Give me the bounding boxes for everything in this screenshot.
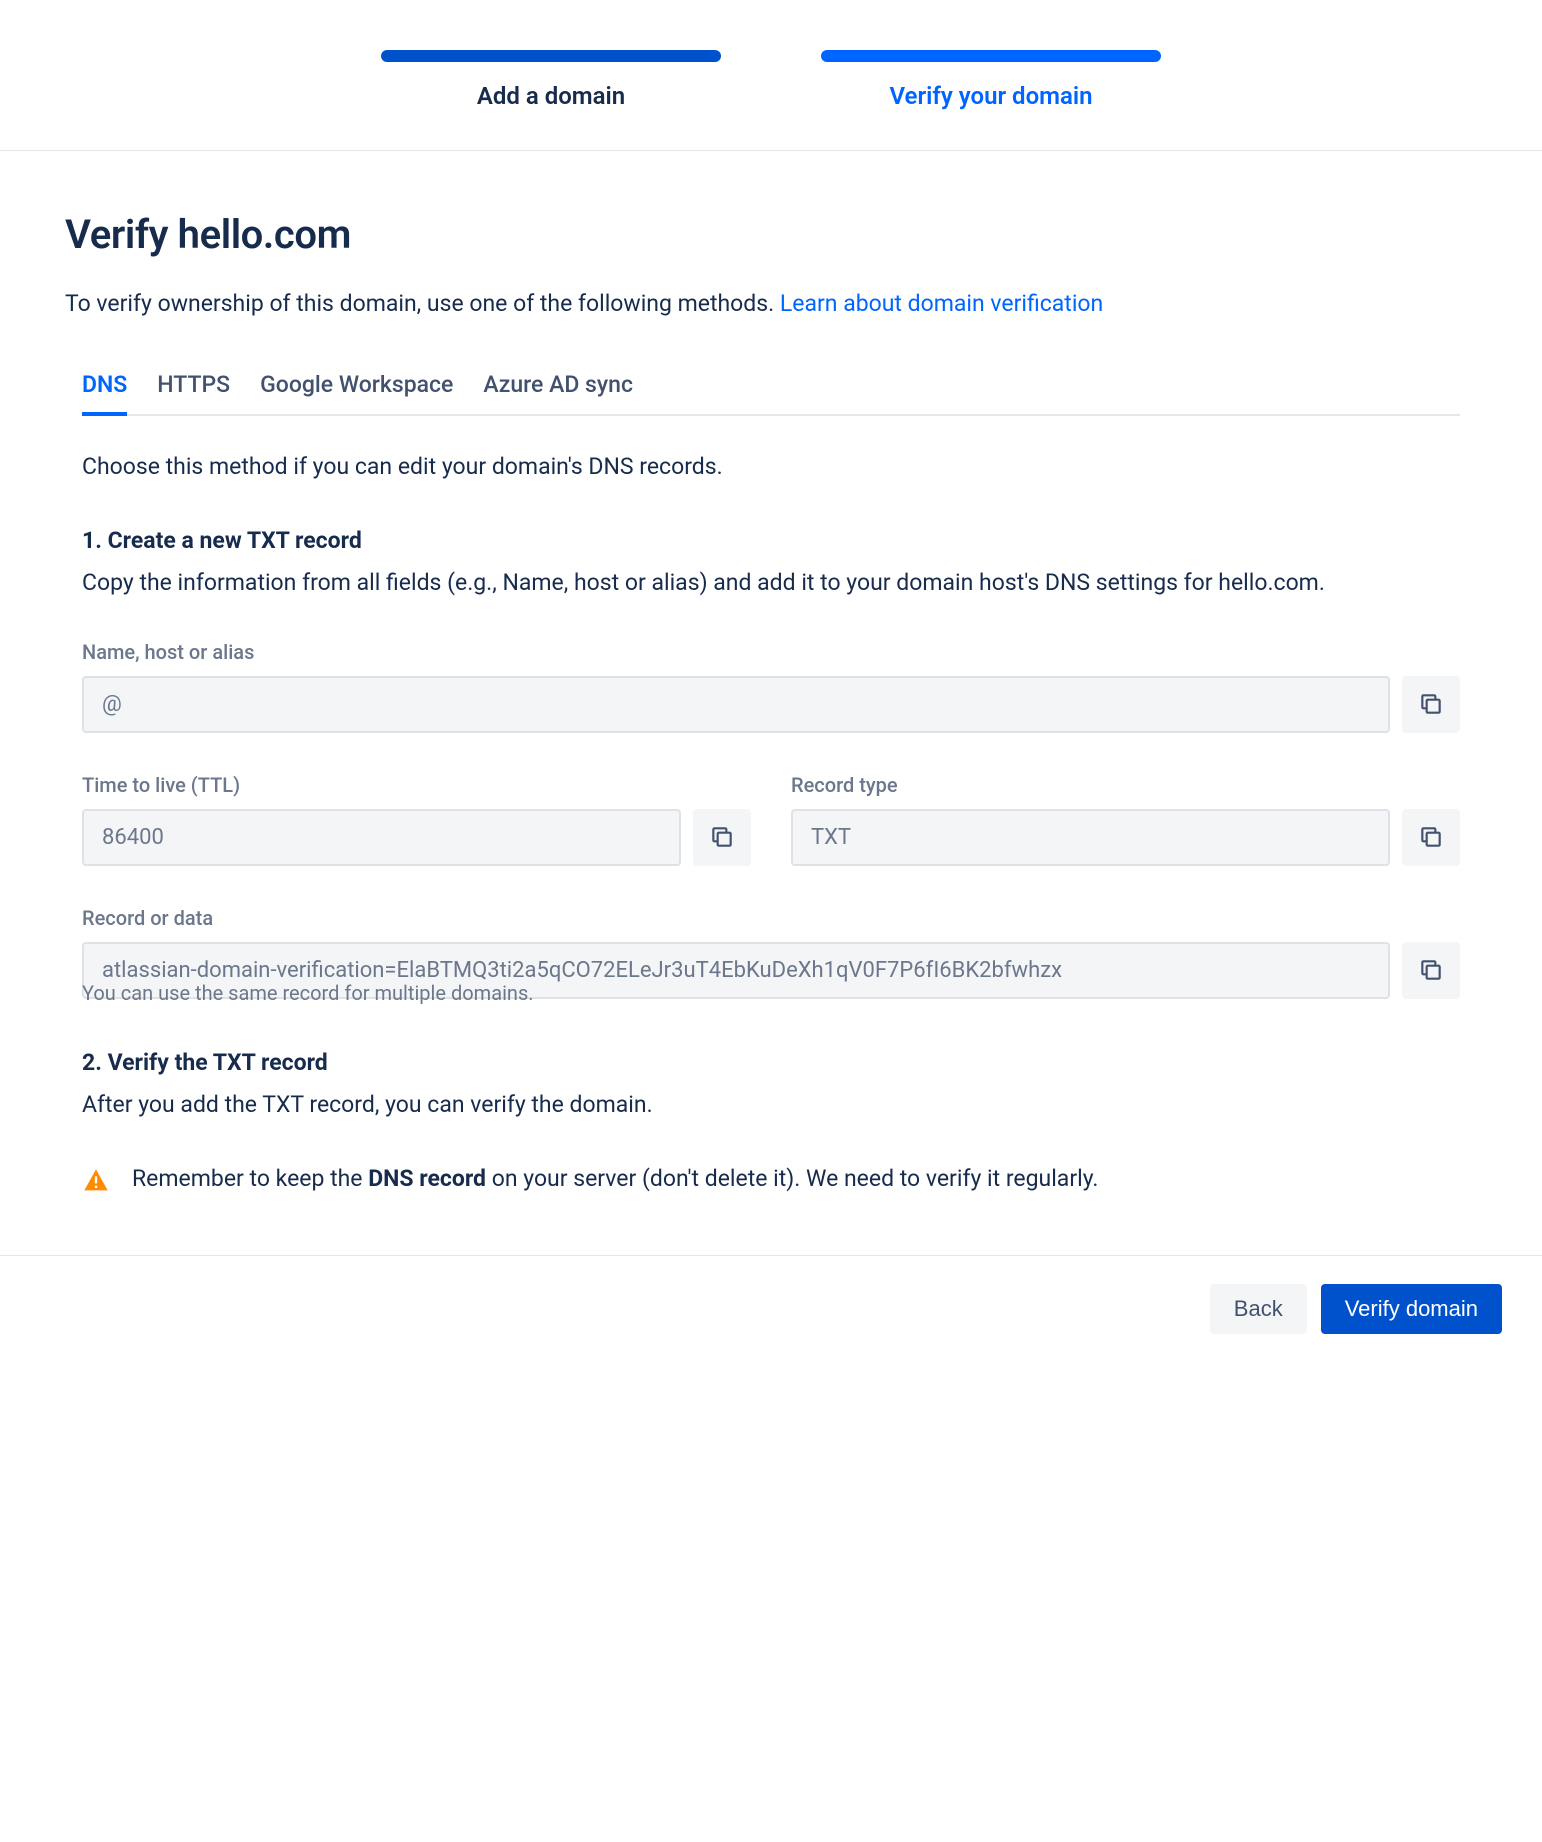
ttl-field[interactable] [82,809,681,866]
tab-https[interactable]: HTTPS [157,371,230,416]
footer: Back Verify domain [0,1255,1542,1362]
page-title: Verify hello.com [65,211,1477,258]
stepper: Add a domain Verify your domain [0,0,1542,151]
callout-text: Remember to keep the DNS record on your … [132,1165,1098,1192]
callout: Remember to keep the DNS record on your … [82,1165,1460,1195]
copy-ttl-button[interactable] [693,809,751,866]
record-type-field[interactable] [791,809,1390,866]
learn-link[interactable]: Learn about domain verification [780,290,1103,317]
back-button[interactable]: Back [1210,1284,1307,1334]
step2-bar [821,50,1161,62]
step1-heading: 1. Create a new TXT record [82,527,1460,554]
copy-icon [1418,957,1444,983]
callout-pre: Remember to keep the [132,1165,368,1192]
record-data-label: Record or data [82,906,1460,930]
subtitle: To verify ownership of this domain, use … [65,290,1477,317]
callout-bold: DNS record [368,1165,486,1192]
copy-type-button[interactable] [1402,809,1460,866]
name-host-label: Name, host or alias [82,640,1460,664]
step1-body: Copy the information from all fields (e.… [82,566,1460,599]
step-add-domain[interactable]: Add a domain [381,50,721,110]
ttl-label: Time to live (TTL) [82,773,751,797]
step2-label: Verify your domain [889,82,1092,110]
step2-heading: 2. Verify the TXT record [82,1049,1460,1076]
step-verify-domain[interactable]: Verify your domain [821,50,1161,110]
tab-azure-ad-sync[interactable]: Azure AD sync [483,371,633,416]
tab-google-workspace[interactable]: Google Workspace [260,371,453,416]
method-description: Choose this method if you can edit your … [82,450,1460,483]
copy-icon [1418,824,1444,850]
subtitle-text: To verify ownership of this domain, use … [65,290,780,317]
record-type-label: Record type [791,773,1460,797]
verification-tabs: DNS HTTPS Google Workspace Azure AD sync [82,371,1460,416]
copy-name-button[interactable] [1402,676,1460,733]
tab-dns[interactable]: DNS [82,371,127,416]
step2-body: After you add the TXT record, you can ve… [82,1088,1460,1121]
step1-bar [381,50,721,62]
warning-icon [82,1167,110,1195]
name-host-field[interactable] [82,676,1390,733]
step1-label: Add a domain [477,82,625,110]
verify-domain-button[interactable]: Verify domain [1321,1284,1502,1334]
callout-post: on your server (don't delete it). We nee… [486,1165,1098,1192]
copy-icon [709,824,735,850]
copy-icon [1418,691,1444,717]
copy-data-button[interactable] [1402,942,1460,999]
